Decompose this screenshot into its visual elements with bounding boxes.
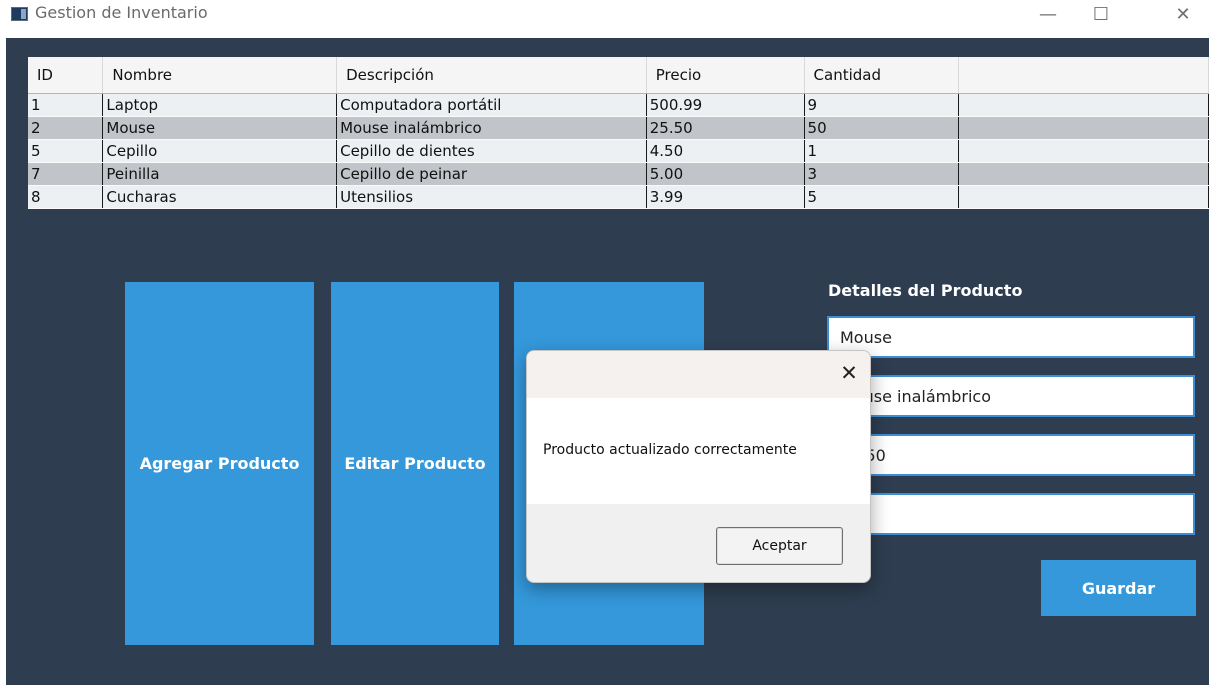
cell-filler [958,116,1209,140]
cell-id[interactable]: 5 [28,139,104,163]
name-field[interactable] [827,316,1195,358]
title-bar: Gestion de Inventario — ☐ ✕ [0,0,1209,38]
cell-precio[interactable]: 3.99 [646,185,805,209]
table-header-row: ID Nombre Descripción Precio Cantidad [28,57,1209,94]
cell-cantidad[interactable]: 9 [804,93,960,117]
message-dialog: ✕ Producto actualizado correctamente Ace… [526,350,871,583]
quantity-field[interactable] [827,493,1195,535]
table-row[interactable]: 8 Cucharas Utensilios 3.99 5 [28,185,1209,209]
price-field[interactable] [827,434,1195,476]
column-header-nombre[interactable]: Nombre [102,57,338,94]
cell-nombre[interactable]: Cucharas [102,185,338,209]
minimize-button[interactable]: — [1028,0,1068,30]
cell-cantidad[interactable]: 5 [804,185,960,209]
cell-filler [958,93,1209,117]
cell-descripcion[interactable]: Cepillo de dientes [336,139,647,163]
save-button[interactable]: Guardar [1041,560,1196,616]
cell-nombre[interactable]: Cepillo [102,139,338,163]
column-header-id[interactable]: ID [28,57,104,94]
details-title: Detalles del Producto [828,281,1023,300]
cell-descripcion[interactable]: Computadora portátil [336,93,647,117]
cell-nombre[interactable]: Laptop [102,93,338,117]
table-row[interactable]: 1 Laptop Computadora portátil 500.99 9 [28,93,1209,117]
table-row[interactable]: 2 Mouse Mouse inalámbrico 25.50 50 [28,116,1209,140]
maximize-button[interactable]: ☐ [1081,0,1121,30]
dialog-ok-button[interactable]: Aceptar [716,527,843,565]
cell-descripcion[interactable]: Utensilios [336,185,647,209]
cell-filler [958,162,1209,186]
cell-id[interactable]: 8 [28,185,104,209]
column-header-filler [958,57,1209,94]
cell-filler [958,185,1209,209]
cell-nombre[interactable]: Mouse [102,116,338,140]
description-field[interactable] [827,375,1195,417]
dialog-close-icon[interactable]: ✕ [834,359,864,387]
cell-cantidad[interactable]: 3 [804,162,960,186]
products-table[interactable]: ID Nombre Descripción Precio Cantidad 1 … [28,57,1209,209]
table-row[interactable]: 7 Peinilla Cepillo de peinar 5.00 3 [28,162,1209,186]
dialog-body: Producto actualizado correctamente [527,398,870,504]
window-title: Gestion de Inventario [35,3,208,22]
cell-cantidad[interactable]: 1 [804,139,960,163]
dialog-message: Producto actualizado correctamente [543,442,797,458]
cell-precio[interactable]: 25.50 [646,116,805,140]
edit-product-button[interactable]: Editar Producto [331,282,499,645]
cell-filler [958,139,1209,163]
cell-id[interactable]: 1 [28,93,104,117]
app-icon [11,7,28,21]
close-window-button[interactable]: ✕ [1163,0,1203,30]
dialog-title-bar: ✕ [527,351,870,398]
cell-nombre[interactable]: Peinilla [102,162,338,186]
cell-cantidad[interactable]: 50 [804,116,960,140]
column-header-descripcion[interactable]: Descripción [336,57,647,94]
column-header-cantidad[interactable]: Cantidad [804,57,960,94]
table-row[interactable]: 5 Cepillo Cepillo de dientes 4.50 1 [28,139,1209,163]
add-product-button[interactable]: Agregar Producto [125,282,314,645]
cell-descripcion[interactable]: Mouse inalámbrico [336,116,647,140]
cell-precio[interactable]: 500.99 [646,93,805,117]
column-header-precio[interactable]: Precio [646,57,805,94]
cell-id[interactable]: 7 [28,162,104,186]
cell-precio[interactable]: 5.00 [646,162,805,186]
cell-precio[interactable]: 4.50 [646,139,805,163]
cell-descripcion[interactable]: Cepillo de peinar [336,162,647,186]
cell-id[interactable]: 2 [28,116,104,140]
